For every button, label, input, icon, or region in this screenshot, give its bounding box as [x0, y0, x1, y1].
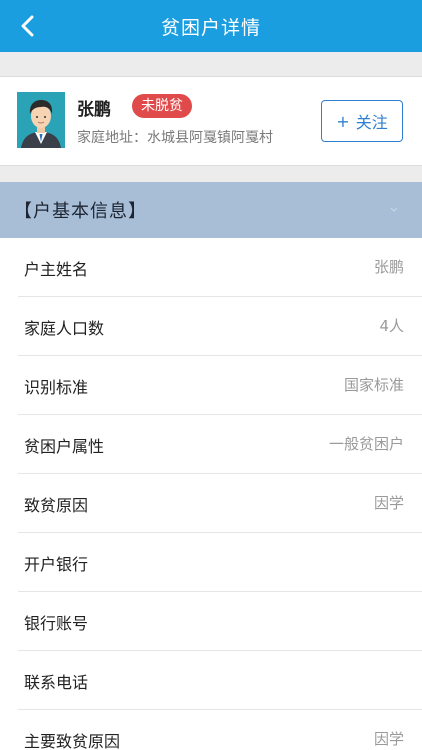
home-address: 家庭地址：水城县阿戛镇阿戛村 — [77, 130, 273, 146]
section-header-basic-info[interactable]: 【户基本信息】 — [0, 182, 422, 238]
row-label: 主要致贫原因 — [24, 732, 121, 750]
row-label: 家庭人口数 — [24, 319, 105, 338]
row-value: 因学 — [373, 494, 404, 512]
row-label: 银行账号 — [24, 614, 89, 633]
list-item: 银行账号 — [18, 592, 422, 651]
page-title: 贫困户详情 — [160, 16, 261, 39]
section-title: 【户基本信息】 — [14, 201, 147, 222]
back-button[interactable] — [10, 8, 46, 44]
status-badge: 未脱贫 — [132, 94, 192, 118]
follow-label: 关注 — [355, 113, 388, 132]
row-value: 4人 — [379, 317, 404, 335]
spacer — [0, 166, 422, 182]
list-item: 开户银行 — [18, 533, 422, 592]
row-label: 联系电话 — [24, 673, 89, 692]
row-label: 致贫原因 — [24, 496, 89, 515]
row-label: 贫困户属性 — [24, 437, 105, 456]
row-value: 一般贫困户 — [328, 435, 404, 453]
row-value: 张鹏 — [373, 258, 404, 276]
list-item: 户主姓名 张鹏 — [18, 238, 422, 297]
app-screen: 贫困户详情 张鹏 未脱贫 家庭地址：水城县阿戛镇阿戛村 + 关注 【户基本信息】… — [0, 0, 422, 750]
avatar — [17, 92, 65, 148]
spacer — [0, 52, 422, 76]
list-item: 主要致贫原因 因学 — [18, 710, 422, 750]
chevron-left-icon — [21, 15, 34, 37]
list-item: 致贫原因 因学 — [18, 474, 422, 533]
row-value: 因学 — [373, 730, 404, 748]
row-value: 国家标准 — [343, 376, 404, 394]
list-item: 联系电话 — [18, 651, 422, 710]
list-item: 识别标准 国家标准 — [18, 356, 422, 415]
list-item: 家庭人口数 4人 — [18, 297, 422, 356]
plus-icon: + — [336, 111, 350, 131]
user-name: 张鹏 — [77, 100, 111, 120]
row-label: 开户银行 — [24, 555, 89, 574]
profile-card: 张鹏 未脱贫 家庭地址：水城县阿戛镇阿戛村 + 关注 — [0, 76, 422, 166]
nav-bar: 贫困户详情 — [0, 0, 422, 52]
follow-button[interactable]: + 关注 — [321, 100, 403, 142]
info-list: 户主姓名 张鹏 家庭人口数 4人 识别标准 国家标准 贫困户属性 一般贫困户 致… — [0, 238, 422, 750]
list-item: 贫困户属性 一般贫困户 — [18, 415, 422, 474]
row-label: 识别标准 — [24, 378, 89, 397]
row-label: 户主姓名 — [24, 260, 89, 279]
chevron-down-icon — [390, 207, 398, 212]
